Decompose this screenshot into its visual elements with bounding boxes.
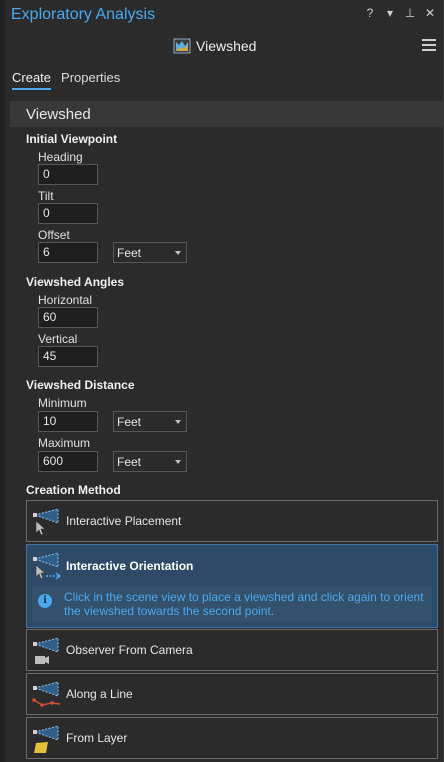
help-icon[interactable]: ? [364,6,376,20]
offset-label: Offset [38,228,70,242]
method-interactive-orientation[interactable]: Interactive Orientation i Click in the s… [26,544,438,628]
method-observer-from-camera[interactable]: Observer From Camera [26,629,438,671]
maximum-label: Maximum [38,436,91,450]
method-label: From Layer [66,731,128,745]
method-label: Interactive Placement [66,514,182,528]
pane-title: Exploratory Analysis [11,6,156,23]
interactive-placement-icon [33,508,59,536]
interactive-orientation-icon [33,552,62,580]
method-label: Interactive Orientation [66,559,194,573]
method-info-text: Click in the scene view to place a views… [64,590,424,618]
tilt-label: Tilt [38,189,54,203]
method-from-layer[interactable]: From Layer [26,717,438,759]
options-dropdown-icon[interactable]: ▾ [384,6,396,20]
pane-gutter [0,0,5,762]
tab-properties[interactable]: Properties [61,70,120,90]
tool-header: Viewshed [0,34,444,60]
maximum-unit-select[interactable]: Feet [113,451,187,472]
observer-camera-icon [33,637,59,664]
chevron-down-icon [175,460,181,464]
viewshed-angles-label: Viewshed Angles [26,275,125,289]
method-label: Observer From Camera [66,643,193,657]
exploratory-analysis-pane: Exploratory Analysis ? ▾ ⊥ ✕ Viewshed Cr… [0,0,444,762]
tab-strip: Create Properties [12,70,120,90]
heading-label: Heading [38,150,83,164]
pin-icon[interactable]: ⊥ [404,6,416,20]
offset-unit-value: Feet [117,246,142,260]
vertical-label: Vertical [38,332,78,346]
method-along-a-line[interactable]: Along a Line [26,673,438,715]
tab-create[interactable]: Create [12,70,52,90]
chevron-down-icon [175,251,181,255]
minimum-unit-value: Feet [117,415,142,429]
minimum-label: Minimum [38,396,87,410]
initial-viewpoint-label: Initial Viewpoint [26,132,118,146]
offset-input[interactable]: 6 [38,242,98,263]
viewshed-tool-icon [173,38,191,54]
offset-unit-select[interactable]: Feet [113,242,187,263]
pane-titlebar: Exploratory Analysis ? ▾ ⊥ ✕ [0,0,444,32]
vertical-angle-input[interactable]: 45 [38,346,98,367]
along-line-icon [32,681,61,707]
chevron-down-icon [175,420,181,424]
viewshed-distance-label: Viewshed Distance [26,378,135,392]
pane-title-controls: ? ▾ ⊥ ✕ [364,6,436,20]
horizontal-angle-input[interactable]: 60 [38,307,98,328]
info-icon: i [38,594,52,608]
horizontal-label: Horizontal [38,293,93,307]
from-layer-icon [33,725,59,753]
section-header[interactable]: Viewshed [10,101,444,127]
maximum-distance-input[interactable]: 600 [38,451,98,472]
minimum-unit-select[interactable]: Feet [113,411,187,432]
maximum-unit-value: Feet [117,455,142,469]
section-title: Viewshed [26,106,91,123]
creation-method-label: Creation Method [26,483,121,497]
method-label: Along a Line [66,687,133,701]
tilt-input[interactable]: 0 [38,203,98,224]
method-info-box: i Click in the scene view to place a vie… [32,586,432,622]
close-icon[interactable]: ✕ [424,6,436,20]
heading-input[interactable]: 0 [38,164,98,185]
menu-icon[interactable] [422,39,436,53]
minimum-distance-input[interactable]: 10 [38,411,98,432]
tool-name: Viewshed [196,38,257,54]
method-interactive-placement[interactable]: Interactive Placement [26,500,438,542]
